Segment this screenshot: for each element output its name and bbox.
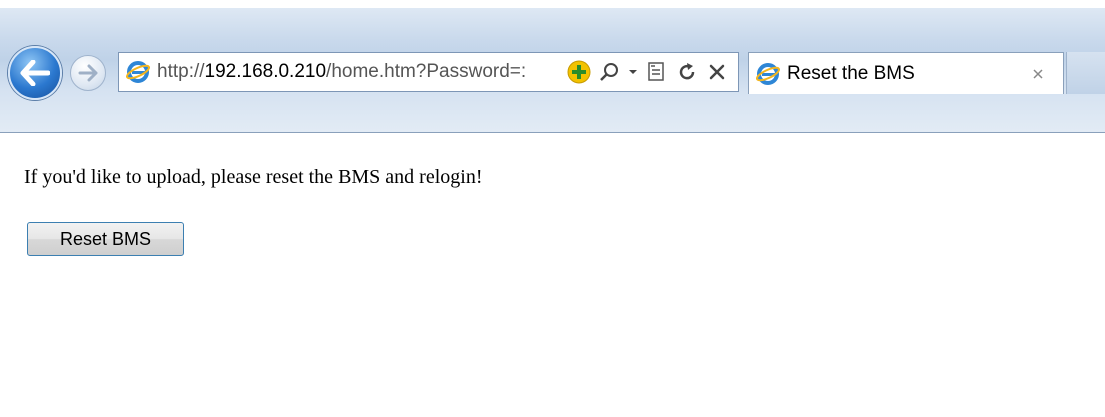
url-text[interactable]: http://192.168.0.210/home.htm?Password=: (157, 61, 562, 83)
url-path: /home.htm?Password=: (326, 61, 527, 82)
add-green-icon[interactable] (566, 59, 592, 85)
back-arrow-icon (20, 60, 50, 86)
search-icon[interactable] (596, 59, 622, 85)
browser-tab[interactable]: Reset the BMS (748, 52, 1064, 94)
reset-bms-button[interactable]: Reset BMS (27, 222, 184, 256)
compatibility-view-icon[interactable] (644, 59, 670, 85)
forward-arrow-icon (78, 64, 98, 82)
url-scheme: http:// (157, 61, 205, 82)
close-icon[interactable] (704, 59, 730, 85)
refresh-icon[interactable] (674, 59, 700, 85)
new-tab-button[interactable] (1066, 52, 1105, 94)
back-button[interactable] (8, 46, 62, 100)
chevron-down-icon[interactable] (626, 59, 640, 85)
address-bar[interactable]: http://192.168.0.210/home.htm?Password=: (118, 52, 739, 92)
ie-logo-icon (125, 59, 151, 85)
tab-close-icon[interactable] (1027, 63, 1049, 85)
browser-chrome: http://192.168.0.210/home.htm?Password=: (0, 0, 1105, 133)
tab-ie-logo-icon (755, 61, 781, 87)
url-host: 192.168.0.210 (204, 61, 327, 82)
forward-button[interactable] (70, 55, 106, 91)
tab-title: Reset the BMS (787, 62, 915, 84)
page-message: If you'd like to upload, please reset th… (24, 166, 483, 188)
